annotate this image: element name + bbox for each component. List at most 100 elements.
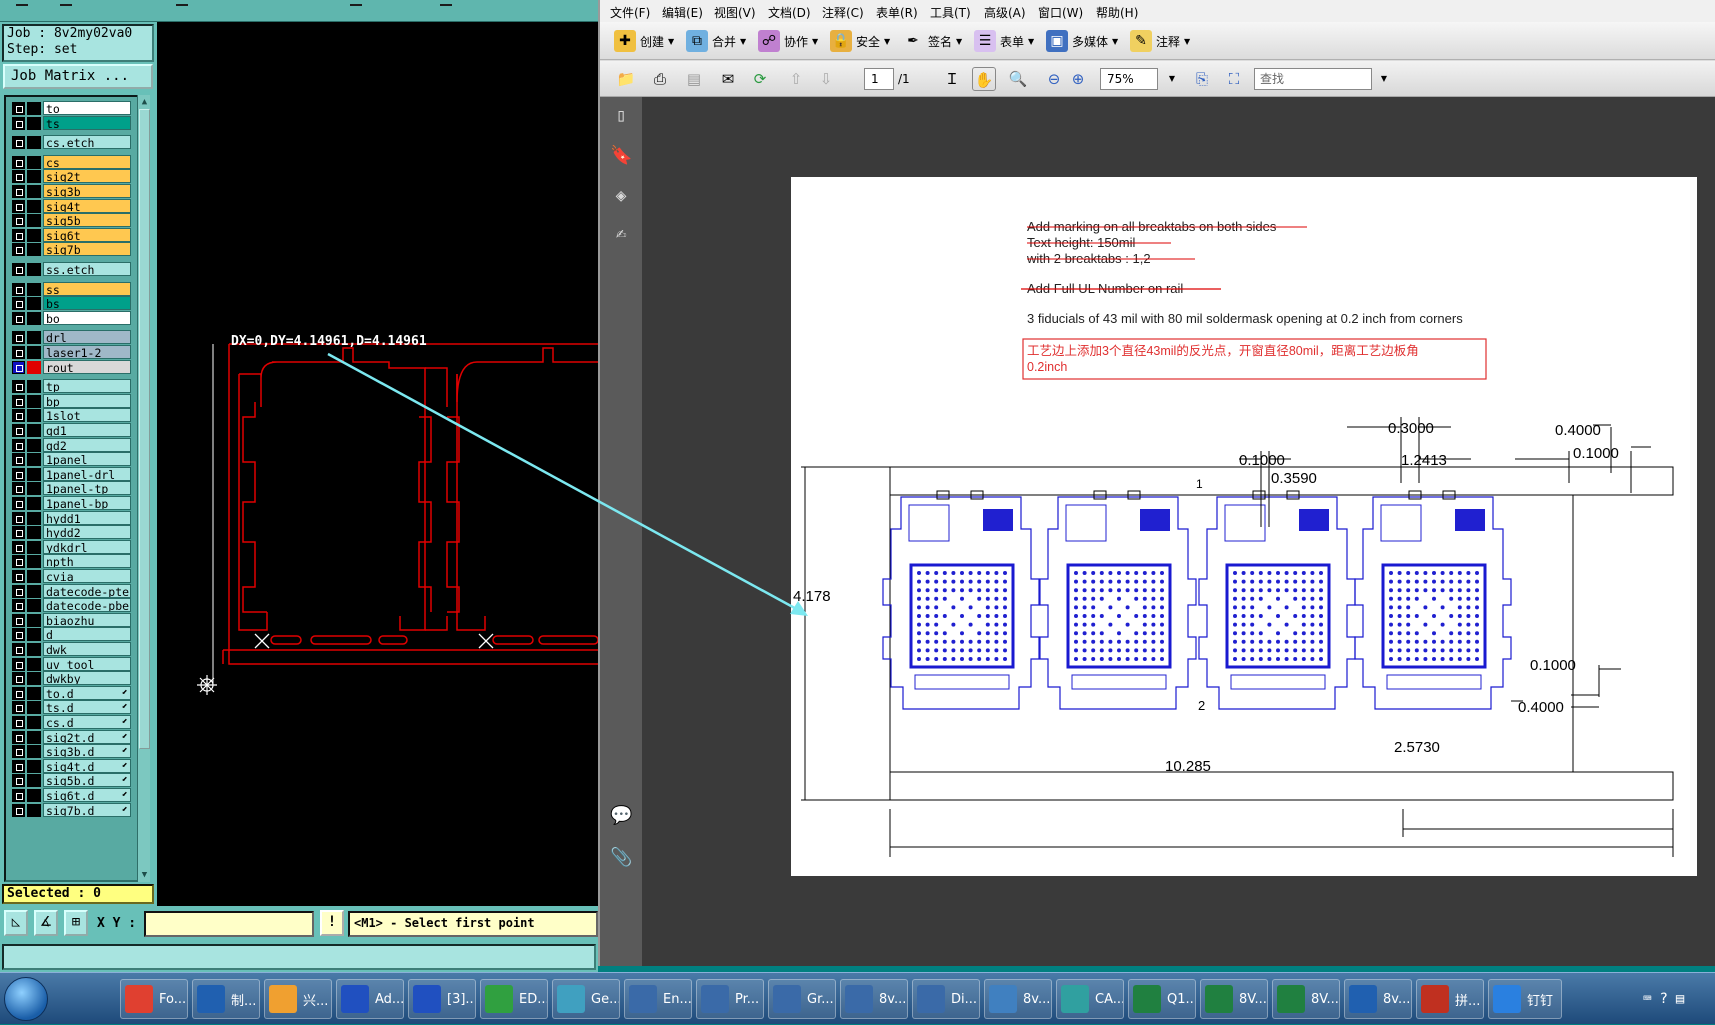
taskbar-item[interactable]: Q1... bbox=[1128, 979, 1196, 1019]
layer-row[interactable]: gd1 bbox=[8, 423, 131, 437]
layer-row[interactable]: cs.d ⬋ bbox=[8, 715, 131, 729]
select-text-icon[interactable]: Ｉ bbox=[940, 67, 964, 91]
taskbar-item[interactable]: 8v... bbox=[840, 979, 908, 1019]
layer-checkbox[interactable] bbox=[12, 360, 25, 374]
layer-row[interactable]: d bbox=[8, 627, 131, 642]
layer-row[interactable]: sig3b bbox=[8, 184, 131, 198]
menu-file[interactable]: 文件(F) bbox=[610, 4, 650, 21]
fit-page-icon[interactable]: ⎘ bbox=[1190, 67, 1214, 91]
layer-color-swatch[interactable] bbox=[27, 297, 41, 311]
layer-color-swatch[interactable] bbox=[27, 409, 41, 423]
taskbar-item[interactable]: ED... bbox=[480, 979, 548, 1019]
layer-row[interactable]: sig2t bbox=[8, 169, 131, 184]
layer-color-swatch[interactable] bbox=[27, 584, 41, 598]
layer-checkbox[interactable] bbox=[12, 628, 25, 642]
layer-checkbox[interactable] bbox=[12, 311, 25, 325]
sign-button[interactable]: ✒ 签名 ▼ bbox=[902, 28, 962, 54]
open-folder-icon[interactable]: 📁 bbox=[614, 67, 638, 91]
upload-icon[interactable]: ⟳ bbox=[748, 67, 772, 91]
layer-checkbox[interactable] bbox=[12, 116, 25, 130]
layer-row[interactable]: ydkdrl bbox=[8, 539, 131, 554]
layer-row[interactable]: 1slot bbox=[8, 408, 131, 423]
layer-color-swatch[interactable] bbox=[27, 228, 41, 242]
warning-button[interactable]: ! bbox=[320, 910, 344, 936]
layer-color-swatch[interactable] bbox=[27, 102, 41, 115]
layer-checkbox[interactable] bbox=[12, 243, 25, 257]
email-icon[interactable]: ✉ bbox=[716, 67, 740, 91]
scroll-down-icon[interactable]: ▼ bbox=[139, 869, 150, 881]
layer-checkbox[interactable] bbox=[12, 136, 25, 150]
layer-checkbox[interactable] bbox=[12, 526, 25, 540]
layer-color-swatch[interactable] bbox=[27, 199, 41, 213]
layer-row[interactable]: to bbox=[8, 101, 131, 115]
layer-row[interactable]: cs.etch bbox=[8, 135, 131, 150]
layer-color-swatch[interactable] bbox=[27, 774, 41, 788]
layer-color-swatch[interactable] bbox=[27, 170, 41, 184]
layer-row[interactable]: hydd1 bbox=[8, 510, 131, 525]
layer-checkbox[interactable] bbox=[12, 511, 25, 525]
zoom-select[interactable]: 75% bbox=[1100, 68, 1158, 90]
layer-row[interactable]: sig6t.d ⬋ bbox=[8, 788, 131, 802]
menu-comment[interactable]: 注释(C) bbox=[822, 4, 864, 21]
layer-checkbox[interactable] bbox=[12, 672, 25, 686]
comments-icon[interactable]: 💬 bbox=[610, 805, 632, 827]
layer-checkbox[interactable] bbox=[12, 467, 25, 481]
layer-color-swatch[interactable] bbox=[27, 716, 41, 729]
layer-color-swatch[interactable] bbox=[27, 540, 41, 554]
layer-color-swatch[interactable] bbox=[27, 467, 41, 481]
layer-checkbox[interactable] bbox=[12, 803, 25, 817]
menu-tools[interactable]: 工具(T) bbox=[930, 4, 971, 21]
layer-row[interactable]: sig4t.d ⬋ bbox=[8, 758, 131, 773]
layer-checkbox[interactable] bbox=[12, 497, 25, 510]
fit-width-icon[interactable]: ⛶ bbox=[1222, 67, 1246, 91]
layer-color-swatch[interactable] bbox=[27, 497, 41, 510]
network-icon[interactable]: ▤ bbox=[1676, 991, 1684, 1007]
layer-row[interactable]: tp bbox=[8, 379, 131, 394]
layer-color-swatch[interactable] bbox=[27, 570, 41, 583]
layer-row[interactable]: npth bbox=[8, 554, 131, 569]
xy-input[interactable] bbox=[144, 911, 314, 937]
layer-checkbox[interactable] bbox=[12, 394, 25, 408]
layer-row[interactable]: to.d ⬋ bbox=[8, 685, 131, 700]
layer-row[interactable]: biaozhu bbox=[8, 612, 131, 627]
layer-checkbox[interactable] bbox=[12, 102, 25, 115]
grid-icon[interactable]: ⊞ bbox=[64, 910, 88, 936]
print-icon[interactable]: ⎙ bbox=[648, 67, 672, 91]
menu-view[interactable]: 视图(V) bbox=[714, 4, 756, 21]
layer-row[interactable]: 1panel-drl bbox=[8, 466, 131, 481]
taskbar-item[interactable]: En... bbox=[624, 979, 692, 1019]
layer-row[interactable]: bs bbox=[8, 296, 131, 311]
menu-help[interactable]: 帮助(H) bbox=[1096, 4, 1138, 21]
page-down-icon[interactable]: ⇩ bbox=[814, 67, 838, 91]
layer-color-swatch[interactable] bbox=[27, 482, 41, 496]
layer-row[interactable]: ss bbox=[8, 281, 131, 296]
layer-checkbox[interactable] bbox=[12, 346, 25, 359]
layer-checkbox[interactable] bbox=[12, 759, 25, 773]
secure-button[interactable]: 🔒 安全 ▼ bbox=[830, 28, 890, 54]
layer-color-swatch[interactable] bbox=[27, 759, 41, 773]
layer-checkbox[interactable] bbox=[12, 540, 25, 554]
layer-checkbox[interactable] bbox=[12, 716, 25, 729]
layer-color-swatch[interactable] bbox=[27, 555, 41, 569]
layer-checkbox[interactable] bbox=[12, 380, 25, 394]
layer-checkbox[interactable] bbox=[12, 331, 25, 345]
layer-color-swatch[interactable] bbox=[27, 331, 41, 345]
save-icon[interactable]: ▤ bbox=[682, 67, 706, 91]
layer-row[interactable]: cs bbox=[8, 154, 131, 169]
layer-row[interactable]: bo bbox=[8, 310, 131, 325]
layer-color-swatch[interactable] bbox=[27, 155, 41, 169]
layer-color-swatch[interactable] bbox=[27, 214, 41, 228]
job-matrix-button[interactable]: Job Matrix ... bbox=[3, 64, 153, 89]
layer-color-swatch[interactable] bbox=[27, 243, 41, 257]
layer-checkbox[interactable] bbox=[12, 745, 25, 759]
layer-row[interactable]: sig5b bbox=[8, 213, 131, 228]
layer-checkbox[interactable] bbox=[12, 570, 25, 583]
layer-checkbox[interactable] bbox=[12, 657, 25, 671]
layer-color-swatch[interactable] bbox=[27, 599, 41, 613]
layer-color-swatch[interactable] bbox=[27, 526, 41, 540]
layer-checkbox[interactable] bbox=[12, 730, 25, 744]
taskbar-item[interactable]: Ge... bbox=[552, 979, 620, 1019]
zoom-dropdown-icon[interactable]: ▼ bbox=[1160, 67, 1184, 91]
layer-color-swatch[interactable] bbox=[27, 424, 41, 437]
layer-row[interactable]: sig5b.d ⬋ bbox=[8, 773, 131, 788]
